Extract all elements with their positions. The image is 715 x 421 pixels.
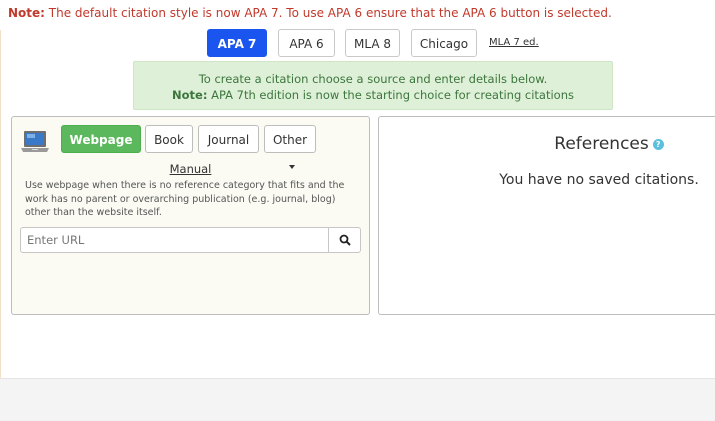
url-input[interactable]: [20, 227, 329, 253]
empty-citations-message: You have no saved citations.: [499, 172, 699, 188]
source-button-other[interactable]: Other: [264, 125, 316, 169]
manual-link[interactable]: Manual: [12, 162, 369, 176]
mla7-link[interactable]: MLA 7 ed.: [489, 37, 539, 48]
laptop-icon: [21, 131, 49, 152]
footer-strip: [0, 378, 715, 421]
source-button-book[interactable]: Book: [145, 125, 193, 153]
notice-label: Note:: [8, 6, 45, 20]
notice-text: The default citation style is now APA 7.…: [48, 6, 612, 20]
left-edge-border: [0, 30, 7, 380]
search-button[interactable]: [328, 227, 361, 253]
style-notice: Note: The default citation style is now …: [8, 6, 612, 20]
search-icon: [339, 234, 351, 246]
references-heading: References?: [379, 134, 715, 154]
source-button-webpage[interactable]: Webpage: [61, 125, 141, 153]
source-button-journal[interactable]: Journal: [198, 125, 259, 153]
question-circle-icon[interactable]: ?: [652, 138, 664, 150]
source-panel: Webpage Book Journal Other Manual Use we…: [11, 116, 370, 315]
other-label: Other: [272, 133, 308, 147]
references-title: References: [554, 134, 649, 154]
references-panel: References? You have no saved citations.: [378, 116, 715, 315]
info-note-label: Note:: [172, 88, 208, 102]
style-button-apa6[interactable]: APA 6: [278, 29, 335, 57]
info-note-text: APA 7th edition is now the starting choi…: [211, 88, 574, 102]
style-button-mla8[interactable]: MLA 8: [345, 29, 400, 57]
style-button-apa7[interactable]: APA 7: [207, 29, 267, 57]
style-button-chicago[interactable]: Chicago: [411, 29, 477, 57]
info-note: Note: APA 7th edition is now the startin…: [134, 87, 612, 103]
info-line: To create a citation choose a source and…: [198, 72, 548, 86]
webpage-help-text: Use webpage when there is no reference c…: [25, 180, 345, 218]
info-alert: To create a citation choose a source and…: [133, 61, 613, 110]
